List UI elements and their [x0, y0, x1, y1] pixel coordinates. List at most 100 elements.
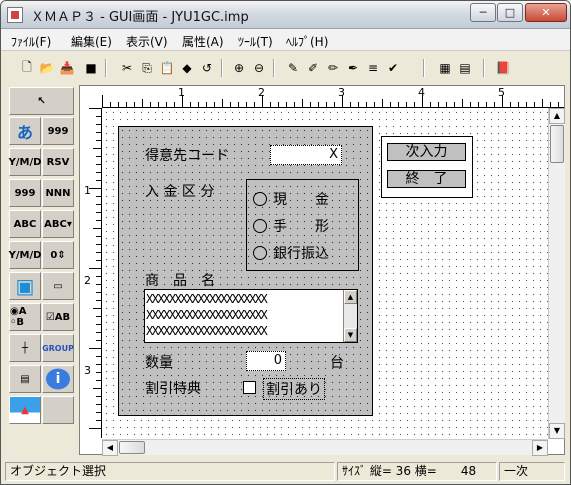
- ruler-tick: [294, 102, 295, 107]
- close-button[interactable]: ✕: [525, 3, 567, 22]
- discount-checkbox[interactable]: [243, 381, 256, 394]
- radio-bank[interactable]: [253, 246, 267, 260]
- scroll-down-icon[interactable]: ▼: [344, 328, 357, 342]
- scroll-left-icon[interactable]: ◀: [102, 440, 118, 456]
- ruler-tick: [96, 204, 101, 205]
- radio-cash[interactable]: [253, 192, 267, 206]
- text-label-tool[interactable]: あ: [9, 117, 41, 145]
- scroll-right-icon[interactable]: ▶: [532, 440, 548, 456]
- list-item[interactable]: XXXXXXXXXXXXXXXXXXXXX: [146, 324, 342, 338]
- list-item[interactable]: XXXXXXXXXXXXXXXXXXXXX: [146, 308, 342, 322]
- menu-attribute[interactable]: 属性(A): [182, 33, 224, 50]
- list-item[interactable]: XXXXXXXXXXXXXXXXXXXXX: [146, 292, 342, 306]
- ruler-tick: [134, 102, 135, 107]
- group-tool[interactable]: GROUP: [42, 334, 74, 362]
- next-input-button[interactable]: 次入力: [387, 143, 466, 161]
- numeric-tool[interactable]: 999: [42, 117, 74, 145]
- alnum-field-tool[interactable]: NNN: [42, 179, 74, 207]
- book-icon[interactable]: 📕: [493, 58, 513, 78]
- exit-icon[interactable]: ■: [81, 58, 101, 78]
- image-tool[interactable]: ▲: [9, 396, 41, 424]
- ruler-tick: [96, 236, 101, 237]
- customer-code-field[interactable]: X: [270, 145, 342, 165]
- ruler-tick: [494, 102, 495, 107]
- paste-icon[interactable]: 📋: [157, 58, 177, 78]
- blank-tool[interactable]: [42, 396, 74, 424]
- ruler-tick: [96, 132, 101, 133]
- list-icon[interactable]: ≡: [363, 58, 383, 78]
- date-tool[interactable]: Y/M/D: [9, 148, 41, 176]
- ruler-tick: [142, 99, 143, 107]
- menu-view[interactable]: 表示(V): [126, 33, 168, 50]
- radio-tool[interactable]: ◉A ◦B: [9, 303, 41, 331]
- pencil-icon[interactable]: ✎: [283, 58, 303, 78]
- abc-combo-tool[interactable]: ABC▾: [42, 210, 74, 238]
- ruler-tick: [96, 372, 101, 373]
- ruler-tick: [350, 102, 351, 107]
- info-tool[interactable]: i: [42, 365, 74, 393]
- ruler-label: 5: [498, 86, 505, 99]
- layout-icon[interactable]: ▦: [435, 58, 455, 78]
- ruler-tick: [278, 102, 279, 107]
- abc-field-tool[interactable]: ABC: [9, 210, 41, 238]
- ruler-tick: [222, 99, 223, 107]
- end-button[interactable]: 終 了: [387, 170, 466, 188]
- import-icon[interactable]: 📥: [57, 58, 77, 78]
- undo-icon[interactable]: ↺: [197, 58, 217, 78]
- numeric-field-tool[interactable]: 999: [9, 179, 41, 207]
- ruler-tick: [302, 99, 303, 107]
- ruler-tick: [96, 164, 101, 165]
- menu-help[interactable]: ﾍﾙﾌﾟ(H): [286, 33, 328, 50]
- order-icon[interactable]: ▤: [455, 58, 475, 78]
- canvas-horizontal-scrollbar[interactable]: ◀ ▶: [102, 439, 548, 456]
- checkbox-tool[interactable]: ☑AB: [42, 303, 74, 331]
- maximize-button[interactable]: □: [497, 3, 523, 22]
- ruler-tick: [238, 102, 239, 107]
- ruler-tick: [510, 102, 511, 107]
- scroll-thumb[interactable]: [550, 125, 564, 163]
- radio-bill[interactable]: [253, 219, 267, 233]
- canvas-vertical-scrollbar[interactable]: ▲ ▼: [548, 108, 565, 439]
- menu-file[interactable]: ﾌｧｲﾙ(F): [11, 33, 51, 50]
- cut-icon[interactable]: ✂: [117, 58, 137, 78]
- ruler-tick: [96, 116, 101, 117]
- ruler-tick: [96, 364, 101, 365]
- ruler-label: 2: [84, 274, 91, 287]
- new-icon[interactable]: 🗋: [17, 58, 37, 78]
- grid-area[interactable]: 得意先コード X 入 金 区 分 現 金 手 形 銀行振込 商 品 名 XXXX…: [103, 109, 548, 439]
- menu-tools[interactable]: ﾂｰﾙ(T): [238, 33, 273, 50]
- product-listbox[interactable]: XXXXXXXXXXXXXXXXXXXXX XXXXXXXXXXXXXXXXXX…: [144, 289, 358, 343]
- ruler-tick: [96, 324, 101, 325]
- ruler-tick: [558, 102, 559, 107]
- zoom-in-icon[interactable]: ⊕: [229, 58, 249, 78]
- ruler-tick: [96, 172, 101, 173]
- script-icon[interactable]: ✒: [343, 58, 363, 78]
- button-tool[interactable]: ▭: [42, 272, 74, 300]
- erase-icon[interactable]: ◆: [177, 58, 197, 78]
- copy-icon[interactable]: ⎘: [137, 58, 157, 78]
- date-field-tool[interactable]: Y/M/D: [9, 241, 41, 269]
- scroll-up-icon[interactable]: ▲: [344, 290, 357, 304]
- quantity-field[interactable]: 0: [246, 351, 286, 371]
- horizontal-ruler: 1 2 3 4 5: [102, 86, 564, 108]
- line-tool[interactable]: ┼: [9, 334, 41, 362]
- menu-edit[interactable]: 編集(E): [71, 33, 112, 50]
- listbox-scrollbar[interactable]: ▲ ▼: [343, 290, 357, 342]
- grid-tool[interactable]: ▤: [9, 365, 41, 393]
- ruler-tick: [166, 102, 167, 107]
- spin-tool[interactable]: 0⇕: [42, 241, 74, 269]
- zoom-out-icon[interactable]: ⊖: [249, 58, 269, 78]
- check-icon[interactable]: ✔: [383, 58, 403, 78]
- multi-pencil-icon[interactable]: ✏: [323, 58, 343, 78]
- minimize-button[interactable]: ─: [470, 3, 496, 22]
- scroll-thumb[interactable]: [119, 441, 145, 454]
- open-icon[interactable]: 📂: [37, 58, 57, 78]
- ruler-label: 2: [258, 86, 265, 99]
- scroll-down-icon[interactable]: ▼: [549, 423, 565, 439]
- screen-tool[interactable]: ▣: [9, 272, 41, 300]
- scroll-up-icon[interactable]: ▲: [549, 108, 565, 124]
- edit-icon[interactable]: ✐: [303, 58, 323, 78]
- pointer-tool[interactable]: ↖: [9, 87, 74, 115]
- rsv-tool[interactable]: RSV: [42, 148, 74, 176]
- form-panel[interactable]: 得意先コード X 入 金 区 分 現 金 手 形 銀行振込 商 品 名 XXXX…: [118, 126, 373, 416]
